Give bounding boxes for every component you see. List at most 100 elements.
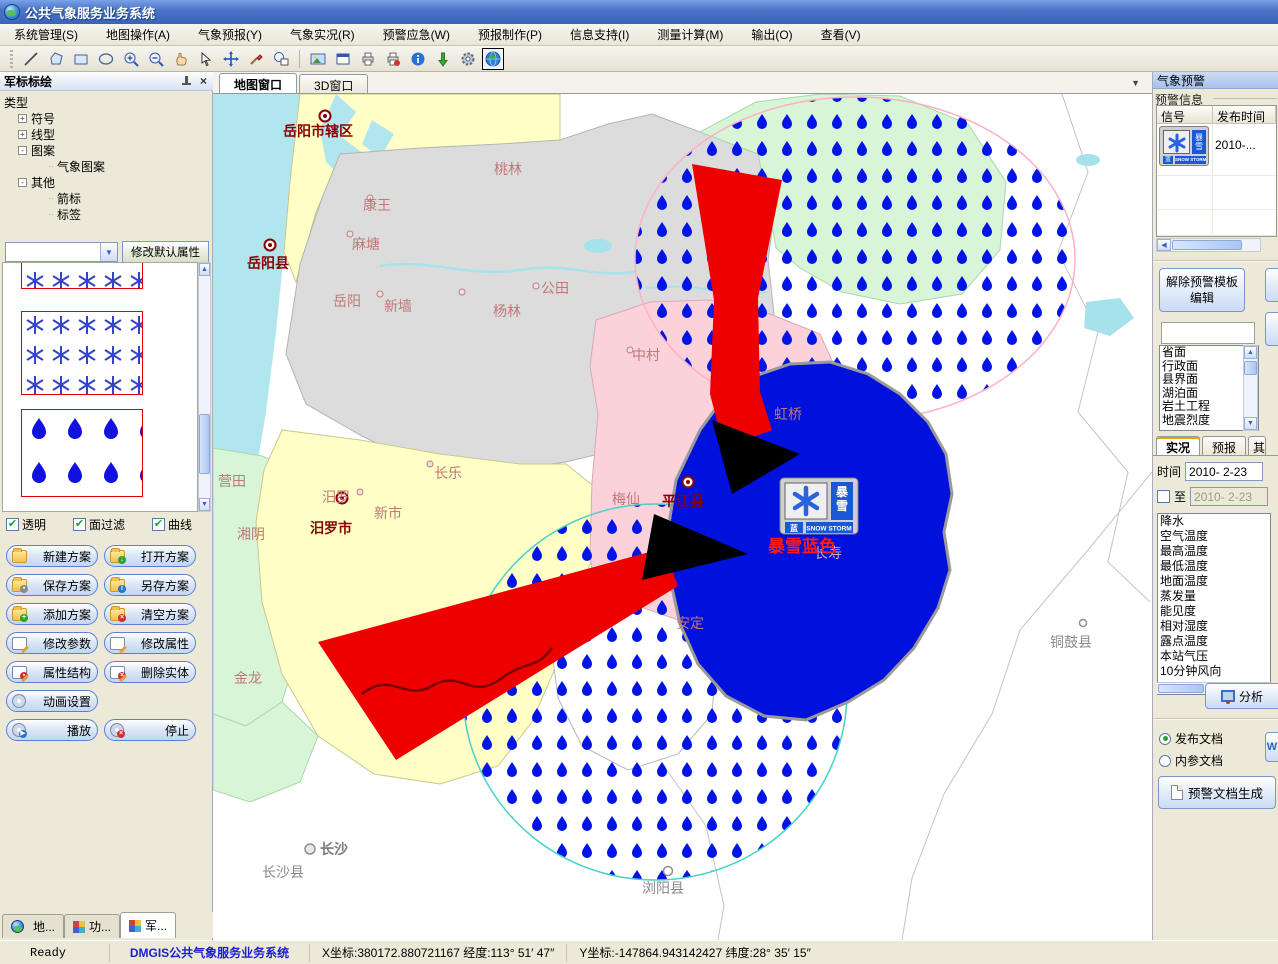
analyze-button[interactable]: 分析 [1205,683,1278,709]
pin-icon[interactable] [181,75,192,88]
swatch-raindrop[interactable] [21,409,143,497]
menu-warning[interactable]: 预警应急(W) [383,26,450,43]
new-scheme-button[interactable]: 新建方案 [6,545,98,567]
checkbox-icon[interactable]: ✔ [6,518,19,531]
scroll-thumb[interactable] [1158,684,1204,693]
col-publish-time[interactable]: 发布时间 [1213,106,1276,123]
checkbox-face-filter[interactable]: ✔面过滤 [73,516,125,533]
save-scheme-button[interactable]: ▪保存方案 [6,574,98,596]
chevron-down-icon[interactable]: ▼ [100,243,117,261]
expander-icon[interactable]: + [18,114,27,123]
table-row[interactable]: 暴雪 蓝 SNOW STORM 2010-... [1157,124,1276,176]
tab-overflow-icon[interactable]: ▼ [1131,78,1140,88]
list-item[interactable]: 露点温度 [1160,634,1270,649]
info-icon[interactable] [407,48,429,70]
rectangle-tool-icon[interactable] [70,48,92,70]
open-scheme-button[interactable]: ↓打开方案 [104,545,196,567]
scroll-thumb[interactable] [1172,240,1242,250]
list-item[interactable]: 最低温度 [1160,559,1270,574]
list-item[interactable]: 空气温度 [1160,529,1270,544]
save-as-scheme-button[interactable]: i另存方案 [104,574,196,596]
scroll-down-icon[interactable]: ▼ [1244,417,1257,430]
pattern-combobox[interactable]: ▼ [5,242,118,262]
warning-table[interactable]: 信号 发布时间 暴雪 蓝 SNOW STORM 2010-... [1156,105,1277,237]
to-checkbox[interactable] [1157,490,1170,503]
list-item[interactable]: 最高温度 [1160,544,1270,559]
radio-publish-doc[interactable]: 发布文档 [1159,730,1223,747]
list-item[interactable]: 相对湿度 [1160,619,1270,634]
stop-button[interactable]: ×停止 [104,719,196,741]
delete-entity-button[interactable]: ×删除实体 [104,661,196,683]
checkbox-icon[interactable]: ✔ [73,518,86,531]
add-scheme-button[interactable]: +添加方案 [6,603,98,625]
menu-measure[interactable]: 测量计算(M) [657,26,723,43]
list-item[interactable]: 地面温度 [1160,574,1270,589]
swatch-scrollbar[interactable]: ▲ ▼ [198,262,211,512]
close-icon[interactable]: × [198,74,209,88]
cancel-warning-template-button[interactable]: 解除预警模板编辑 [1159,268,1245,312]
modify-params-button[interactable]: 修改参数 [6,632,98,654]
attr-structure-button[interactable]: ▪属性结构 [6,661,98,683]
menu-system[interactable]: 系统管理(S) [14,26,78,43]
time-field[interactable]: 2010- 2-23 [1185,462,1263,481]
table-hscrollbar[interactable]: ◀ [1156,238,1261,252]
list-item[interactable]: 本站气压 [1160,649,1270,664]
tab-other-partial[interactable]: 其 [1248,436,1266,455]
download-arrow-icon[interactable] [432,48,454,70]
globe-3d-icon[interactable] [482,48,504,70]
zoom-out-icon[interactable] [145,48,167,70]
printer-setup-icon[interactable] [382,48,404,70]
tab-map-window[interactable]: 地图窗口 [219,73,297,93]
style-brush-icon[interactable] [245,48,267,70]
scroll-up-icon[interactable]: ▲ [1244,346,1257,359]
tree-item-label-mark[interactable]: ··标签 [48,206,204,222]
menu-map-ops[interactable]: 地图操作(A) [106,26,170,43]
hidden-button-partial[interactable] [1265,312,1278,346]
list-item[interactable]: 降水 [1160,514,1270,529]
tree-item-symbol[interactable]: +符号 [18,110,204,126]
tab-map[interactable]: 地... [2,914,64,938]
map-canvas[interactable]: 岳阳市辖区 桃林 康王 麻塘 岳阳县 岳阳 新墙 公田 杨林 中村 虹桥 长乐 … [213,94,1152,940]
expander-icon[interactable]: - [18,146,27,155]
checkbox-curve[interactable]: ✔曲线 [152,516,192,533]
settings-gear-icon[interactable] [457,48,479,70]
play-button[interactable]: ▶播放 [6,719,98,741]
polygon-tool-icon[interactable] [45,48,67,70]
tab-forecast[interactable]: 预报 [1202,436,1246,455]
tree-item-pattern[interactable]: -图案 [18,142,204,158]
checkbox-icon[interactable]: ✔ [152,518,165,531]
ellipse-tool-icon[interactable] [95,48,117,70]
tree-item-arrow-mark[interactable]: ··箭标 [48,190,204,206]
toolbar-grip[interactable] [10,50,13,68]
printer-icon[interactable] [357,48,379,70]
expander-icon[interactable]: - [18,178,27,187]
scroll-thumb[interactable] [199,414,210,474]
modify-default-attr-button[interactable]: 修改默认属性 [122,241,209,263]
modify-attrs-button[interactable]: 修改属性 [104,632,196,654]
select-arrow-icon[interactable] [195,48,217,70]
tab-military[interactable]: 军... [120,912,176,938]
tree-root[interactable]: 类型 [4,94,204,110]
radio-icon[interactable] [1159,755,1171,767]
tree-item-weather-pattern[interactable]: ··气象图案 [48,158,204,174]
menu-info-support[interactable]: 信息支持(I) [570,26,629,43]
animation-settings-button[interactable]: 动画设置 [6,690,98,712]
tab-3d-window[interactable]: 3D窗口 [299,74,368,93]
scroll-left-icon[interactable]: ◀ [1157,239,1171,251]
menu-forecast[interactable]: 气象预报(Y) [198,26,262,43]
scroll-up-icon[interactable]: ▲ [199,263,210,276]
hidden-button-partial[interactable] [1265,268,1278,302]
expander-icon[interactable]: + [18,130,27,139]
obs-element-listbox[interactable]: 降水 空气温度 最高温度 最低温度 地面温度 蒸发量 能见度 相对湿度 露点温度… [1157,513,1271,695]
warning-doc-generate-button[interactable]: 预警文档生成 [1158,776,1276,809]
pattern-swatch-list[interactable] [2,262,198,512]
radio-internal-doc[interactable]: 内参文档 [1159,752,1223,769]
tree-item-linetype[interactable]: +线型 [18,126,204,142]
zoom-in-icon[interactable] [120,48,142,70]
tree-item-other[interactable]: -其他 [18,174,204,190]
line-tool-icon[interactable] [20,48,42,70]
word-button-partial[interactable]: W [1265,732,1278,762]
swatch-snowflake[interactable] [21,311,143,395]
swatch-snowflake-partial[interactable] [21,262,143,289]
menu-view[interactable]: 查看(V) [821,26,861,43]
